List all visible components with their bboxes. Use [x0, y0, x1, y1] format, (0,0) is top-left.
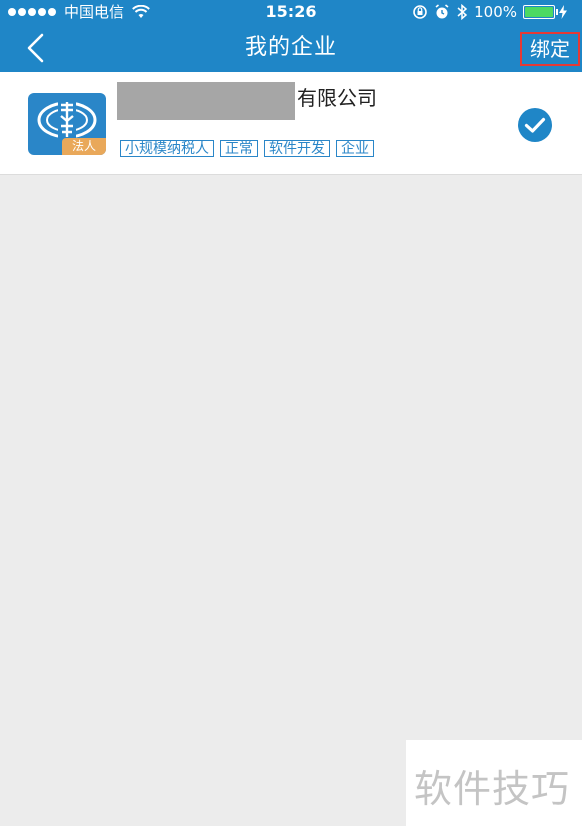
company-logo: 法人 [28, 93, 106, 155]
alarm-icon [435, 4, 449, 19]
tag-taxpayer-type: 小规模纳税人 [120, 140, 214, 157]
company-name: 有限公司 [117, 82, 377, 120]
bluetooth-icon [457, 4, 468, 20]
tag-industry: 软件开发 [264, 140, 330, 157]
battery-percent: 100% [474, 3, 517, 21]
company-name-suffix: 有限公司 [297, 85, 377, 110]
tag-entity-type: 企业 [336, 140, 374, 157]
watermark: 软件技巧 [406, 740, 582, 826]
nav-bar: 我的企业 绑定 [0, 24, 582, 72]
company-list-item[interactable]: 法人 有限公司 小规模纳税人 正常 软件开发 企业 [0, 72, 582, 175]
bind-button[interactable]: 绑定 [520, 32, 580, 66]
status-bar: 中国电信 15:26 100% [0, 0, 582, 24]
company-tags: 小规模纳税人 正常 软件开发 企业 [120, 140, 380, 157]
tag-status: 正常 [220, 140, 258, 157]
redacted-name-block [117, 82, 295, 120]
battery-level-fill [525, 7, 553, 17]
legal-person-badge: 法人 [62, 138, 106, 155]
charging-icon [559, 5, 567, 19]
orientation-lock-icon [413, 5, 427, 19]
page-title: 我的企业 [244, 35, 337, 60]
watermark-text: 软件技巧 [414, 767, 571, 811]
status-right: 100% [412, 3, 574, 21]
battery-icon [523, 5, 558, 19]
checkmark-icon[interactable] [517, 107, 553, 143]
